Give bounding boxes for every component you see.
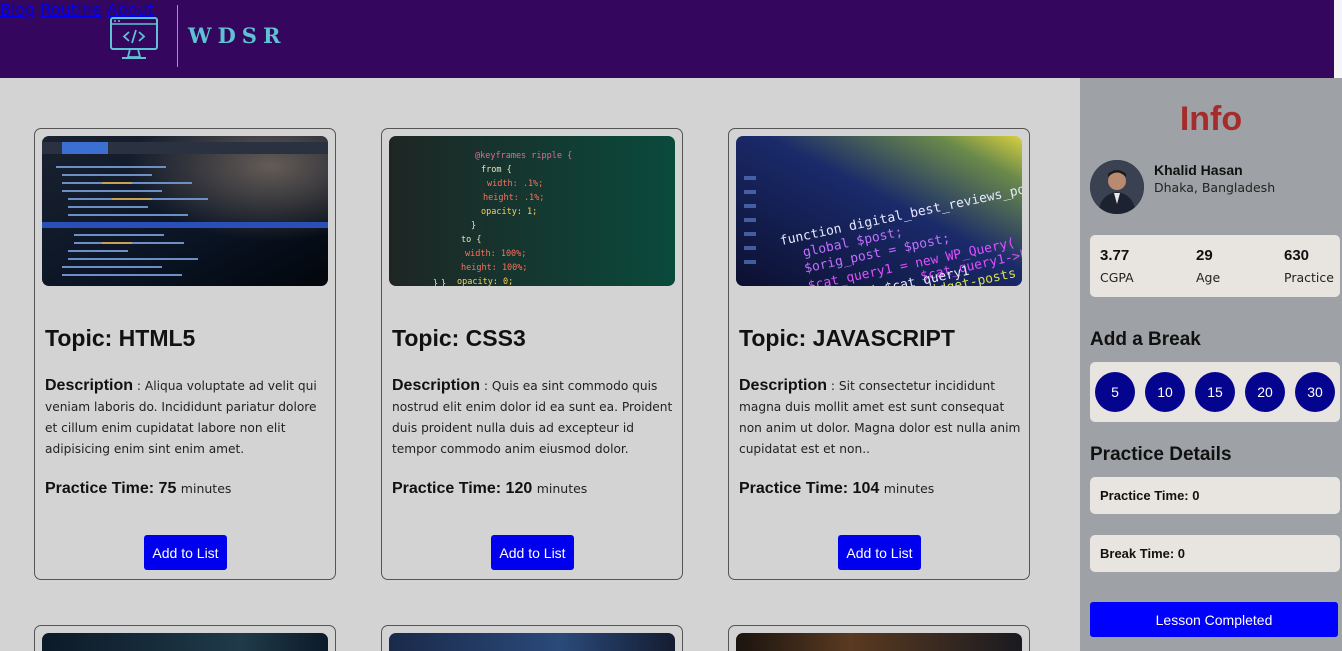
card-description: Description : Aliqua voluptate ad velit … — [45, 377, 317, 456]
break-time-total: Break Time: 0 — [1100, 546, 1186, 561]
stats-panel: 3.77 CGPA 29 Age 630 Practice — [1090, 235, 1340, 297]
stat-cgpa: 3.77 CGPA — [1100, 247, 1134, 285]
code-line: opacity: 1; — [481, 207, 537, 217]
card-image — [389, 633, 675, 651]
nav-routine[interactable]: Routine — [40, 0, 101, 19]
avatar — [1090, 160, 1144, 214]
info-sidebar: Info Khalid Hasan Dhaka, Bangladesh 3.77… — [1080, 78, 1342, 651]
code-line: } — [441, 279, 446, 286]
code-line: opacity: 0; — [457, 277, 513, 286]
card-practice-time: Practice Time: 120 minutes — [392, 480, 587, 498]
code-line: } — [471, 221, 476, 231]
topic-card-html5: Topic: HTML5 Description : Aliqua volupt… — [34, 128, 336, 580]
practice-time-unit: minutes — [536, 481, 588, 496]
code-line: width: 100%; — [465, 249, 526, 259]
topic-card-partial — [34, 625, 336, 651]
logo[interactable] — [108, 4, 162, 68]
practice-time-label: Practice Time: — [45, 480, 155, 497]
card-image — [42, 633, 328, 651]
logo-divider — [177, 5, 178, 67]
code-line: from { — [481, 165, 512, 175]
card-title: Topic: HTML5 — [45, 325, 196, 351]
break-5-button[interactable]: 5 — [1095, 372, 1135, 412]
practice-time-unit: minutes — [180, 481, 232, 496]
description-label: Description — [392, 377, 481, 394]
css-keyframes-code-screenshot-image: @keyframes ripple { from { width: .1%; h… — [389, 136, 675, 286]
code-line: to { — [461, 235, 481, 245]
logo-text: WDSR — [188, 23, 287, 48]
card-title: Topic: JAVASCRIPT — [739, 325, 955, 351]
stat-age: 29 Age — [1196, 247, 1220, 285]
user-name: Khalid Hasan — [1154, 162, 1243, 178]
site-header: WDSR Blog Routine About — [0, 0, 1334, 78]
card-description: Description : Sit consectetur incididunt… — [739, 377, 1021, 456]
stat-value: 29 — [1196, 247, 1213, 264]
practice-time-value: 75 — [158, 480, 177, 497]
practice-time-label: Practice Time: — [392, 480, 502, 497]
code-line: width: .1%; — [487, 179, 543, 189]
code-line: } — [433, 279, 438, 286]
add-to-list-button[interactable]: Add to List — [491, 535, 574, 570]
stat-practice: 630 Practice — [1284, 247, 1334, 285]
break-options: 5 10 15 20 30 — [1090, 362, 1340, 422]
practice-time-box: Practice Time: 0 — [1090, 477, 1340, 514]
break-10-button[interactable]: 10 — [1145, 372, 1185, 412]
lesson-completed-button[interactable]: Lesson Completed — [1090, 602, 1338, 637]
info-title: Info — [1179, 100, 1243, 138]
main-nav: Blog Routine About — [0, 0, 1334, 19]
topic-card-css3: @keyframes ripple { from { width: .1%; h… — [381, 128, 683, 580]
html-code-screenshot-image — [42, 136, 328, 286]
card-practice-time: Practice Time: 75 minutes — [45, 480, 231, 498]
topic-card-partial — [728, 625, 1030, 651]
stat-label: CGPA — [1100, 270, 1134, 285]
stat-value: 3.77 — [1100, 247, 1130, 264]
stat-value: 630 — [1284, 247, 1310, 264]
add-to-list-button[interactable]: Add to List — [838, 535, 921, 570]
monitor-code-icon — [110, 17, 158, 59]
break-15-button[interactable]: 15 — [1195, 372, 1235, 412]
code-line: height: 100%; — [461, 263, 528, 273]
add-to-list-button[interactable]: Add to List — [144, 535, 227, 570]
break-title: Add a Break — [1090, 329, 1201, 350]
topic-card-javascript: function digital_best_reviews_posts glob… — [728, 128, 1030, 580]
card-title: Topic: CSS3 — [392, 325, 526, 351]
break-30-button[interactable]: 30 — [1295, 372, 1335, 412]
practice-time-total: Practice Time: 0 — [1100, 488, 1200, 503]
practice-time-value: 104 — [852, 480, 880, 497]
practice-time-label: Practice Time: — [739, 480, 849, 497]
description-label: Description — [739, 377, 828, 394]
card-practice-time: Practice Time: 104 minutes — [739, 480, 934, 498]
stat-label: Age — [1196, 270, 1221, 285]
php-code-screenshot-image: function digital_best_reviews_posts glob… — [736, 136, 1022, 286]
description-label: Description — [45, 377, 134, 394]
user-location: Dhaka, Bangladesh — [1154, 180, 1276, 195]
practice-details-title: Practice Details — [1090, 444, 1232, 465]
break-20-button[interactable]: 20 — [1245, 372, 1285, 412]
header-edge — [1334, 0, 1342, 78]
stat-label: Practice — [1284, 270, 1334, 285]
nav-blog[interactable]: Blog — [0, 0, 35, 19]
code-line: @keyframes ripple { — [475, 151, 572, 161]
practice-time-value: 120 — [505, 480, 533, 497]
break-time-box: Break Time: 0 — [1090, 535, 1340, 572]
code-line: height: .1%; — [483, 193, 544, 203]
topic-card-partial — [381, 625, 683, 651]
practice-time-unit: minutes — [883, 481, 935, 496]
card-image — [736, 633, 1022, 651]
card-description: Description : Quis ea sint commodo quis … — [392, 377, 673, 456]
